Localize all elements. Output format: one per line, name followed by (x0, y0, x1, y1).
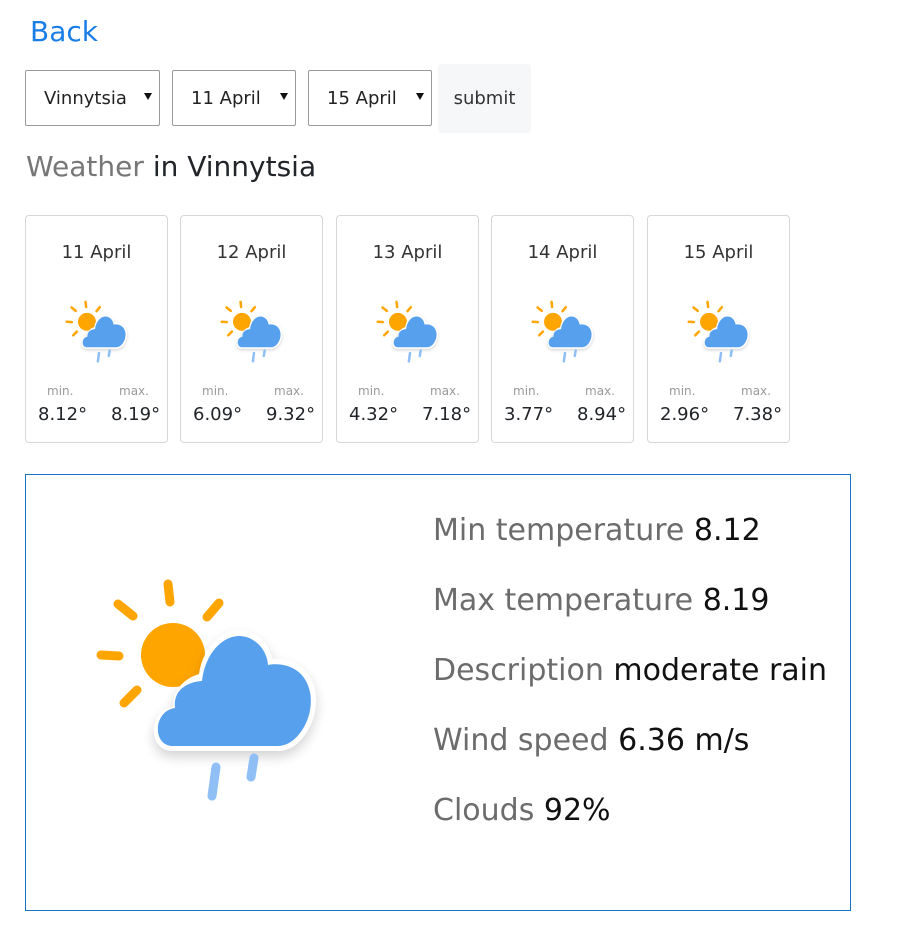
forecast-date: 14 April (527, 242, 598, 263)
forecast-card[interactable]: 14 April min. max. 3.77° 8.94° (491, 215, 634, 443)
page-title-prefix: Weather (26, 150, 144, 183)
clouds-row: Clouds 92% (433, 793, 611, 828)
min-label: min. (513, 384, 540, 398)
min-temperature-row: Min temperature 8.12 (433, 513, 761, 548)
min-label: min. (47, 384, 74, 398)
forecast-date: 15 April (683, 242, 754, 263)
clouds-value: 92% (543, 793, 611, 828)
chevron-down-icon (416, 93, 424, 100)
min-label: min. (669, 384, 696, 398)
from-date-value: 11 April (191, 88, 261, 109)
min-label: min. (358, 384, 385, 398)
min-label: min. (202, 384, 229, 398)
weather-detail-panel: Min temperature 8.12 Max temperature 8.1… (25, 474, 851, 911)
max-temp-value: 8.19° (111, 404, 161, 425)
max-temp-value: 7.38° (733, 404, 783, 425)
from-date-select[interactable]: 11 April (172, 70, 296, 126)
page-title: Weather in Vinnytsia (26, 150, 316, 183)
forecast-date: 12 April (216, 242, 287, 263)
wind-speed-row: Wind speed 6.36 m/s (433, 723, 749, 758)
forecast-card[interactable]: 15 April min. max. 2.96° 7.38° (647, 215, 790, 443)
max-label: max. (274, 384, 304, 398)
sun-cloud-rain-icon (370, 298, 450, 368)
max-temp-value: 9.32° (266, 404, 316, 425)
back-link[interactable]: Back (30, 15, 98, 48)
min-temp-value: 6.09° (193, 404, 243, 425)
description-row: Description moderate rain (433, 653, 827, 688)
weather-page: Back Vinnytsia 11 April 15 April submit … (0, 0, 917, 941)
min-temp-value: 8.12° (38, 404, 88, 425)
max-label: max. (430, 384, 460, 398)
max-label: max. (741, 384, 771, 398)
sun-cloud-rain-icon (525, 298, 605, 368)
forecast-card[interactable]: 13 April min. max. 4.32° 7.18° (336, 215, 479, 443)
wind-speed-value: 6.36 m/s (618, 723, 750, 758)
max-temperature-value: 8.19 (702, 583, 770, 618)
max-temperature-label: Max temperature (433, 583, 694, 618)
min-temp-value: 4.32° (349, 404, 399, 425)
forecast-card[interactable]: 12 April min. max. 6.09° 9.32° (180, 215, 323, 443)
max-temp-value: 8.94° (577, 404, 627, 425)
clouds-label: Clouds (433, 793, 535, 828)
description-label: Description (433, 653, 604, 688)
forecast-date: 11 April (61, 242, 132, 263)
min-temp-value: 3.77° (504, 404, 554, 425)
city-select-value: Vinnytsia (44, 88, 127, 109)
max-label: max. (585, 384, 615, 398)
max-temperature-row: Max temperature 8.19 (433, 583, 769, 618)
description-value: moderate rain (613, 653, 828, 688)
to-date-select[interactable]: 15 April (308, 70, 432, 126)
to-date-value: 15 April (327, 88, 397, 109)
sun-cloud-rain-icon (59, 298, 139, 368)
sun-cloud-rain-icon (681, 298, 761, 368)
min-temp-value: 2.96° (660, 404, 710, 425)
page-title-city: in Vinnytsia (152, 150, 317, 183)
min-temperature-label: Min temperature (433, 513, 685, 548)
max-temp-value: 7.18° (422, 404, 472, 425)
min-temperature-value: 8.12 (693, 513, 761, 548)
sun-cloud-rain-icon (214, 298, 294, 368)
chevron-down-icon (280, 93, 288, 100)
sun-cloud-rain-icon (91, 570, 341, 820)
forecast-card[interactable]: 11 April min. max. 8.12° 8.19° (25, 215, 168, 443)
city-select[interactable]: Vinnytsia (25, 70, 160, 126)
submit-button[interactable]: submit (438, 64, 531, 133)
forecast-date: 13 April (372, 242, 443, 263)
max-label: max. (119, 384, 149, 398)
chevron-down-icon (144, 93, 152, 100)
wind-speed-label: Wind speed (433, 723, 609, 758)
